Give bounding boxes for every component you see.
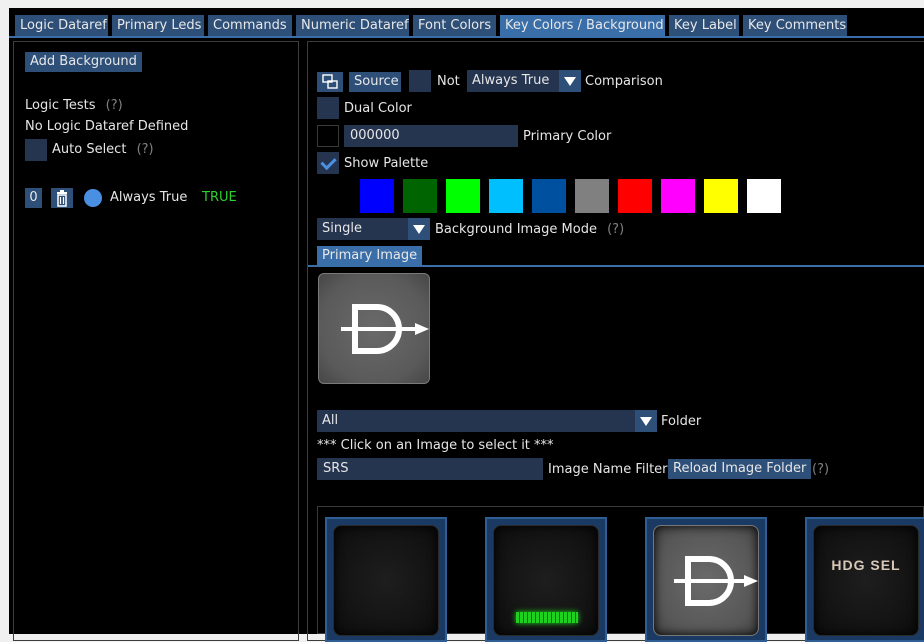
primary-image-tab-underline xyxy=(308,265,924,267)
not-checkbox[interactable] xyxy=(409,70,431,92)
palette-swatch[interactable] xyxy=(532,179,566,213)
app-window: Logic Dataref Primary Leds Commands Nume… xyxy=(9,8,924,642)
palette-swatch[interactable] xyxy=(618,179,652,213)
swap-icon xyxy=(322,74,338,89)
image-thumbnail[interactable] xyxy=(325,517,447,642)
entry-condition: Always True xyxy=(110,190,188,205)
palette-swatch[interactable] xyxy=(661,179,695,213)
source-select-button[interactable] xyxy=(317,72,343,92)
tab-commands[interactable]: Commands xyxy=(208,15,292,37)
chevron-down-icon xyxy=(635,410,657,432)
blank-key-image xyxy=(333,525,439,636)
srs-symbol-icon xyxy=(674,556,758,606)
image-mode-row: Background Image Mode (?) xyxy=(435,221,624,239)
entry-result: TRUE xyxy=(202,190,237,205)
show-palette-label: Show Palette xyxy=(344,156,429,171)
reload-help[interactable]: (?) xyxy=(812,461,829,479)
image-mode-label: Background Image Mode xyxy=(435,222,597,237)
dual-color-checkbox[interactable] xyxy=(317,97,339,119)
hdg-sel-key-text: HDG SEL xyxy=(831,557,901,573)
tab-primary-leds[interactable]: Primary Leds xyxy=(112,15,204,37)
chevron-down-icon xyxy=(408,218,430,240)
primary-color-label: Primary Color xyxy=(523,129,612,144)
srs-key-image xyxy=(653,525,759,636)
image-mode-help[interactable]: (?) xyxy=(607,222,624,237)
condition-radio-icon[interactable] xyxy=(84,189,102,207)
comparison-dropdown[interactable]: Always True xyxy=(467,70,581,92)
logic-tests-heading: Logic Tests (?) xyxy=(25,97,123,115)
reload-image-folder-button[interactable]: Reload Image Folder xyxy=(668,459,812,479)
primary-color-input[interactable]: 000000 xyxy=(344,125,518,147)
tab-numeric-dataref[interactable]: Numeric Dataref xyxy=(296,15,409,37)
primary-color-swatch[interactable] xyxy=(317,125,339,147)
palette-swatch[interactable] xyxy=(704,179,738,213)
tab-font-colors[interactable]: Font Colors xyxy=(413,15,496,37)
hdg-sel-key-image: HDG SEL xyxy=(813,525,919,636)
image-thumbnail[interactable]: HDG SEL xyxy=(805,517,924,642)
comparison-label: Comparison xyxy=(585,74,663,89)
tab-key-colors-background[interactable]: Key Colors / Background xyxy=(500,15,665,37)
palette-swatch[interactable] xyxy=(575,179,609,213)
add-background-button[interactable]: Add Background xyxy=(25,52,142,72)
folder-dropdown[interactable]: All xyxy=(317,410,657,432)
not-label: Not xyxy=(437,74,460,89)
logic-tests-label: Logic Tests xyxy=(25,98,96,113)
show-palette-checkbox[interactable] xyxy=(317,152,339,174)
folder-value: All xyxy=(322,413,339,428)
palette-swatch[interactable] xyxy=(489,179,523,213)
tab-key-comments[interactable]: Key Comments xyxy=(743,15,847,37)
palette-swatch[interactable] xyxy=(446,179,480,213)
image-thumbnail[interactable] xyxy=(485,517,607,642)
green-led-bar xyxy=(516,612,578,623)
entry-index-button[interactable]: 0 xyxy=(25,188,42,208)
tab-underline xyxy=(9,36,924,38)
auto-select-row: Auto Select (?) xyxy=(52,141,154,159)
image-thumbnail-selected[interactable] xyxy=(645,517,767,642)
tab-bar: Logic Dataref Primary Leds Commands Nume… xyxy=(15,15,924,37)
no-logic-text: No Logic Dataref Defined xyxy=(25,119,189,134)
srs-symbol-icon xyxy=(341,304,429,354)
image-mode-dropdown[interactable]: Single xyxy=(317,218,430,240)
palette-swatch[interactable] xyxy=(317,179,351,213)
auto-select-checkbox[interactable] xyxy=(25,139,47,161)
palette-swatch[interactable] xyxy=(403,179,437,213)
led-key-image xyxy=(493,525,599,636)
dual-color-label: Dual Color xyxy=(344,101,412,116)
logic-tests-help[interactable]: (?) xyxy=(106,98,123,113)
image-name-filter-input[interactable]: SRS xyxy=(317,458,543,480)
palette-swatch[interactable] xyxy=(360,179,394,213)
folder-label: Folder xyxy=(661,414,702,429)
comparison-value: Always True xyxy=(472,73,550,88)
primary-image-preview[interactable] xyxy=(318,273,430,384)
image-name-filter-label: Image Name Filter xyxy=(548,462,668,477)
auto-select-help[interactable]: (?) xyxy=(137,142,154,157)
tab-primary-image[interactable]: Primary Image xyxy=(317,246,423,266)
auto-select-label: Auto Select xyxy=(52,142,127,157)
tab-logic-dataref[interactable]: Logic Dataref xyxy=(15,15,108,37)
palette-swatch[interactable] xyxy=(747,179,781,213)
source-button[interactable]: Source xyxy=(349,72,401,92)
chevron-down-icon xyxy=(559,70,581,92)
trash-icon xyxy=(57,190,67,207)
tab-key-label[interactable]: Key Label xyxy=(669,15,739,37)
delete-entry-button[interactable] xyxy=(51,188,73,208)
click-hint-text: *** Click on an Image to select it *** xyxy=(317,438,554,453)
image-mode-value: Single xyxy=(322,221,362,236)
